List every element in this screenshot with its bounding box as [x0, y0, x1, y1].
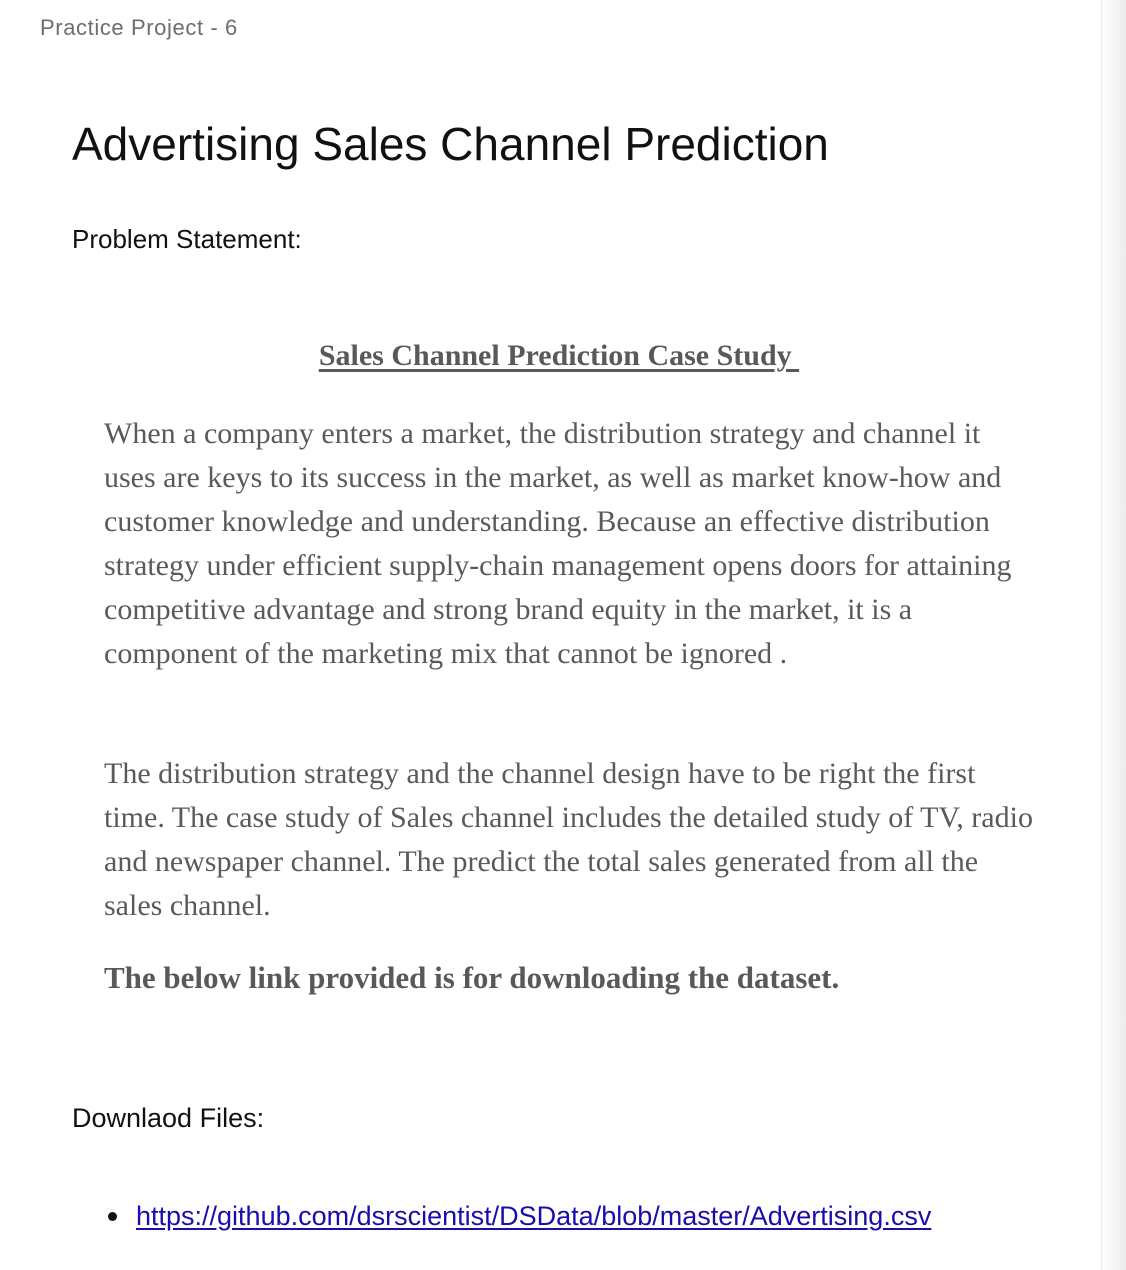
breadcrumb[interactable]: Practice Project - 6 [40, 15, 238, 41]
list-item: https://github.com/dsrscientist/DSData/b… [104, 1196, 931, 1236]
bullet-icon [108, 1212, 117, 1221]
document-page: Practice Project - 6 Advertising Sales C… [0, 0, 1126, 1270]
dataset-note: The below link provided is for downloadi… [104, 960, 840, 995]
paragraph-details: The distribution strategy and the channe… [104, 757, 1033, 922]
dataset-download-link[interactable]: https://github.com/dsrscientist/DSData/b… [136, 1201, 931, 1231]
problem-statement-label: Problem Statement: [72, 224, 302, 254]
page-title: Advertising Sales Channel Prediction [72, 118, 829, 170]
case-study-heading: Sales Channel Prediction Case Study [318, 339, 800, 372]
scrollbar[interactable] [1101, 0, 1126, 1270]
download-list: https://github.com/dsrscientist/DSData/b… [104, 1196, 931, 1236]
paragraph-intro: When a company enters a market, the dist… [104, 417, 1012, 670]
downloads-label: Downlaod Files: [72, 1103, 265, 1133]
